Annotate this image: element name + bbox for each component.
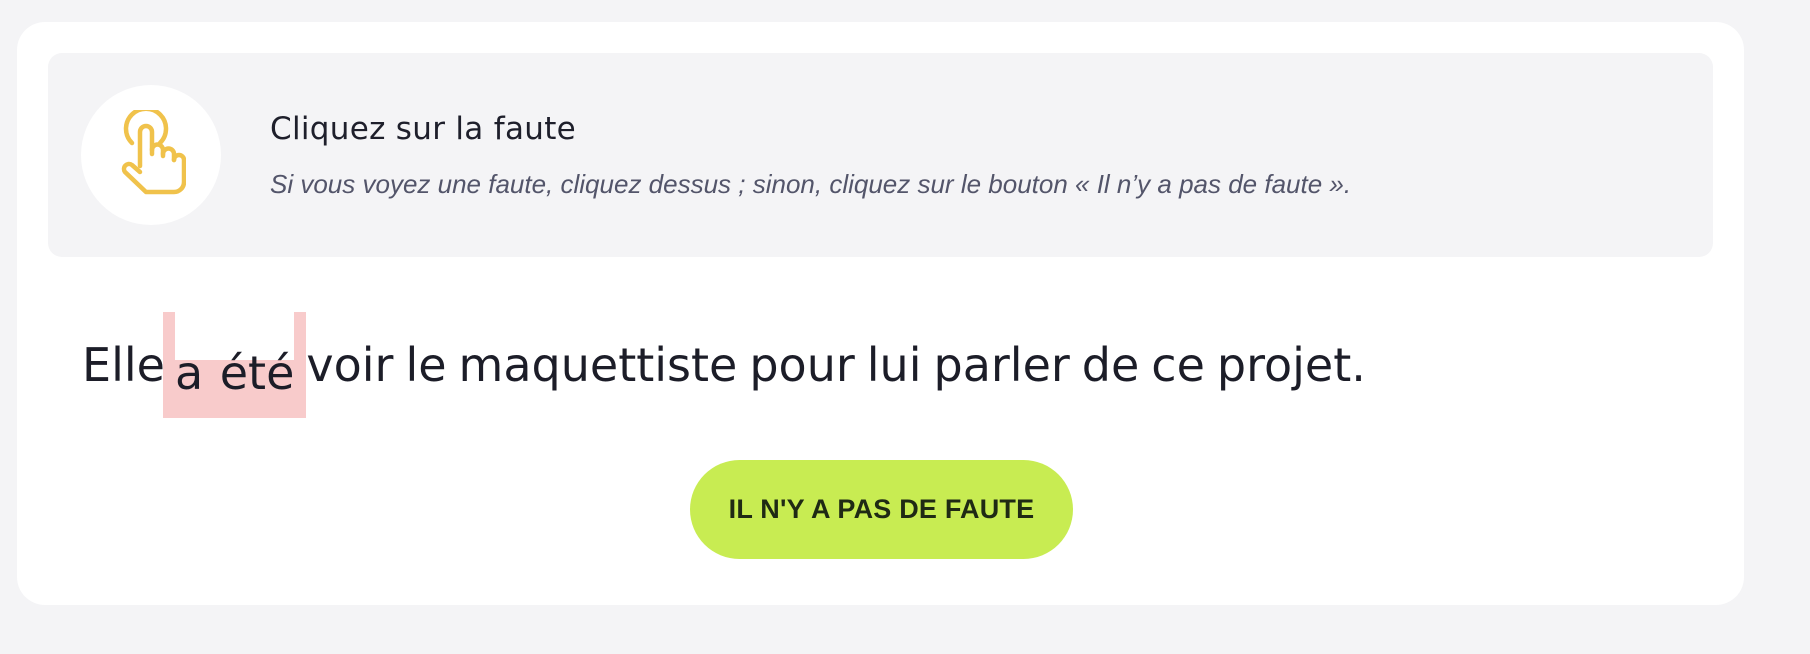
sentence-word[interactable]: voir (306, 338, 393, 392)
sentence-word-highlighted[interactable]: a été (162, 312, 307, 418)
sentence-word[interactable]: parler (934, 338, 1070, 392)
tap-hand-icon (116, 106, 187, 200)
sentence-word[interactable]: projet. (1217, 338, 1366, 392)
no-error-button[interactable]: IL N'Y A PAS DE FAUTE (690, 460, 1073, 559)
sentence-word[interactable]: le (405, 338, 446, 392)
sentence-word[interactable]: lui (867, 338, 922, 392)
sentence-word[interactable]: maquettiste (459, 338, 738, 392)
sentence-word[interactable]: pour (749, 338, 854, 392)
instruction-text: Si vous voyez une faute, cliquez dessus … (270, 169, 1352, 199)
sentence: Elle a été voir le maquettiste pour lui … (82, 312, 1366, 418)
sentence-word[interactable]: ce (1151, 338, 1205, 392)
highlighted-word-text: a été (174, 346, 295, 400)
instruction-panel: Cliquez sur la faute Si vous voyez une f… (48, 53, 1713, 257)
icon-badge (81, 85, 221, 225)
instruction-title: Cliquez sur la faute (270, 111, 577, 147)
exercise-card: Cliquez sur la faute Si vous voyez une f… (17, 22, 1744, 605)
sentence-word[interactable]: de (1082, 338, 1140, 392)
sentence-word[interactable]: Elle (82, 338, 165, 392)
